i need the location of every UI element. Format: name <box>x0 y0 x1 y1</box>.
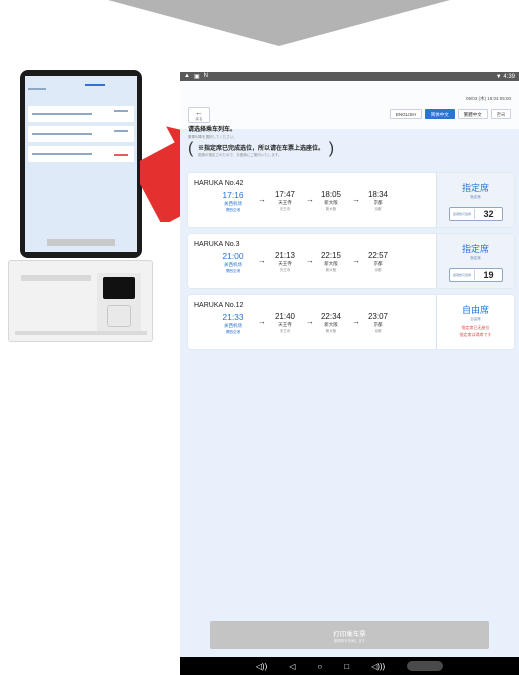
arrow-icon: → <box>352 195 360 204</box>
datetime: 09/03 (木) 19:04:05:00 <box>465 96 511 101</box>
n-icon: N <box>203 73 208 79</box>
instruction-subtitle: 乗車列車を選択してください。 <box>188 135 237 139</box>
print-ticket-button[interactable]: 打印乘车票 乗車券を印刷します <box>210 621 489 649</box>
seat-count: 19 <box>474 270 502 280</box>
arrow-icon: → <box>306 256 314 265</box>
back-label: 戻る <box>195 116 203 121</box>
seat-type-panel: 自由席 自由席 指定席已无座位 指定席は満席です <box>436 295 514 349</box>
reserved-full-warning-sub: 指定席は満席です <box>459 332 492 337</box>
arrival-stop: 18:34 京都 京都 <box>367 190 389 211</box>
train-name: HARUKA No.12 <box>194 302 244 309</box>
status-time: 4:39 <box>503 73 515 80</box>
lang-english[interactable]: ENGLISH <box>389 109 422 119</box>
back-button[interactable]: ← 戻る <box>188 107 210 123</box>
back-arrow-icon: ← <box>195 107 203 117</box>
home-icon[interactable]: ○ <box>317 662 322 671</box>
kiosk-tablet <box>20 70 142 258</box>
top-banner-arrow <box>108 0 450 46</box>
seat-count-box: 座席数可选择 32 <box>449 207 503 221</box>
arrow-icon: → <box>352 317 360 326</box>
departure-stop: 17:16 关西机场 関西空港 <box>222 190 244 212</box>
warning-icon: ▲ <box>184 73 190 79</box>
seat-type: 指定席 <box>461 183 489 193</box>
stop: 18:05 新大阪 新大阪 <box>320 190 342 211</box>
stop: 21:40 天王寺 天王寺 <box>274 312 296 333</box>
train-name: HARUKA No.42 <box>194 180 244 187</box>
language-switcher: ENGLISH 简体中文 繁體中文 한국 <box>389 109 511 119</box>
arrow-icon: → <box>258 317 266 326</box>
card-reader <box>103 277 135 299</box>
app-screen: ▲ ▣ N ▼ 4:39 ← 戻る 09/03 (木) 19:04:05:00 … <box>180 72 519 675</box>
train-name: HARUKA No.3 <box>194 241 240 248</box>
volume-up-icon[interactable]: ◁))) <box>371 662 385 671</box>
seat-type-panel: 指定席 指定席 座席数可选择 32 <box>436 173 514 227</box>
wifi-icon: ▼ <box>495 73 502 80</box>
system-navbar: ◁)) ◁ ○ □ ◁))) <box>180 657 519 675</box>
image-icon: ▣ <box>193 74 200 80</box>
screenshot-icon[interactable] <box>407 661 444 671</box>
lang-simplified-chinese[interactable]: 简体中文 <box>424 109 455 119</box>
seat-count: 32 <box>474 209 502 219</box>
notice-title: ※指定席已完成选位，所以请在车票上选座位。 <box>198 146 325 152</box>
departure-stop: 21:33 关西机场 関西空港 <box>222 312 244 334</box>
status-bar: ▲ ▣ N ▼ 4:39 <box>180 72 519 81</box>
train-card[interactable]: HARUKA No.3 21:00 关西机场 関西空港 → 21:13 天王寺 … <box>188 234 514 288</box>
lang-korean[interactable]: 한국 <box>490 109 511 119</box>
back-icon[interactable]: ◁ <box>289 662 295 671</box>
seat-type: 自由席 <box>461 305 489 315</box>
arrow-icon: → <box>258 195 266 204</box>
header: ← 戻る 09/03 (木) 19:04:05:00 ENGLISH 简体中文 … <box>180 81 519 129</box>
seat-notice: ( ※指定席已完成选位，所以请在车票上选座位。 座席の指定されたので、お座席にご… <box>188 140 335 157</box>
notice-subtitle: 座席の指定されたので、お座席にご案内いたします。 <box>198 153 282 157</box>
stop: 22:34 新大阪 新大阪 <box>320 312 342 333</box>
train-card[interactable]: HARUKA No.12 21:33 关西机场 関西空港 → 21:40 天王寺… <box>188 295 514 349</box>
stop: 17:47 天王寺 天王寺 <box>274 190 296 211</box>
arrow-icon: → <box>352 256 360 265</box>
arrow-icon: → <box>306 195 314 204</box>
arrival-stop: 23:07 京都 京都 <box>367 312 389 333</box>
seat-type: 指定席 <box>461 244 489 254</box>
stop: 22:15 新大阪 新大阪 <box>320 251 342 272</box>
instruction-title: 请选择乘车列车。 <box>188 127 237 133</box>
volume-down-icon[interactable]: ◁)) <box>256 662 267 671</box>
recents-icon[interactable]: □ <box>344 662 349 671</box>
lang-traditional-chinese[interactable]: 繁體中文 <box>457 109 488 119</box>
seat-count-box: 座席数可选择 19 <box>449 268 503 282</box>
stop: 21:13 天王寺 天王寺 <box>274 251 296 272</box>
nfc-reader <box>107 305 131 327</box>
kiosk-tablet-screen <box>25 76 137 252</box>
reserved-full-warning: 指定席已无座位 <box>461 325 490 330</box>
arrow-icon: → <box>306 317 314 326</box>
train-card[interactable]: HARUKA No.42 17:16 关西机场 関西空港 → 17:47 天王寺… <box>188 173 514 227</box>
instruction: 请选择乘车列车。 乗車列車を選択してください。 <box>188 124 237 140</box>
print-ticket-sublabel: 乗車券を印刷します <box>333 639 366 643</box>
seat-type-panel: 指定席 指定席 座席数可选择 19 <box>436 234 514 288</box>
arrow-icon: → <box>258 256 266 265</box>
kiosk-illustration <box>8 70 153 342</box>
kiosk-stand <box>8 260 153 342</box>
arrival-stop: 22:57 京都 京都 <box>367 251 389 272</box>
print-ticket-label: 打印乘车票 <box>333 631 366 638</box>
departure-stop: 21:00 关西机场 関西空港 <box>222 251 244 273</box>
